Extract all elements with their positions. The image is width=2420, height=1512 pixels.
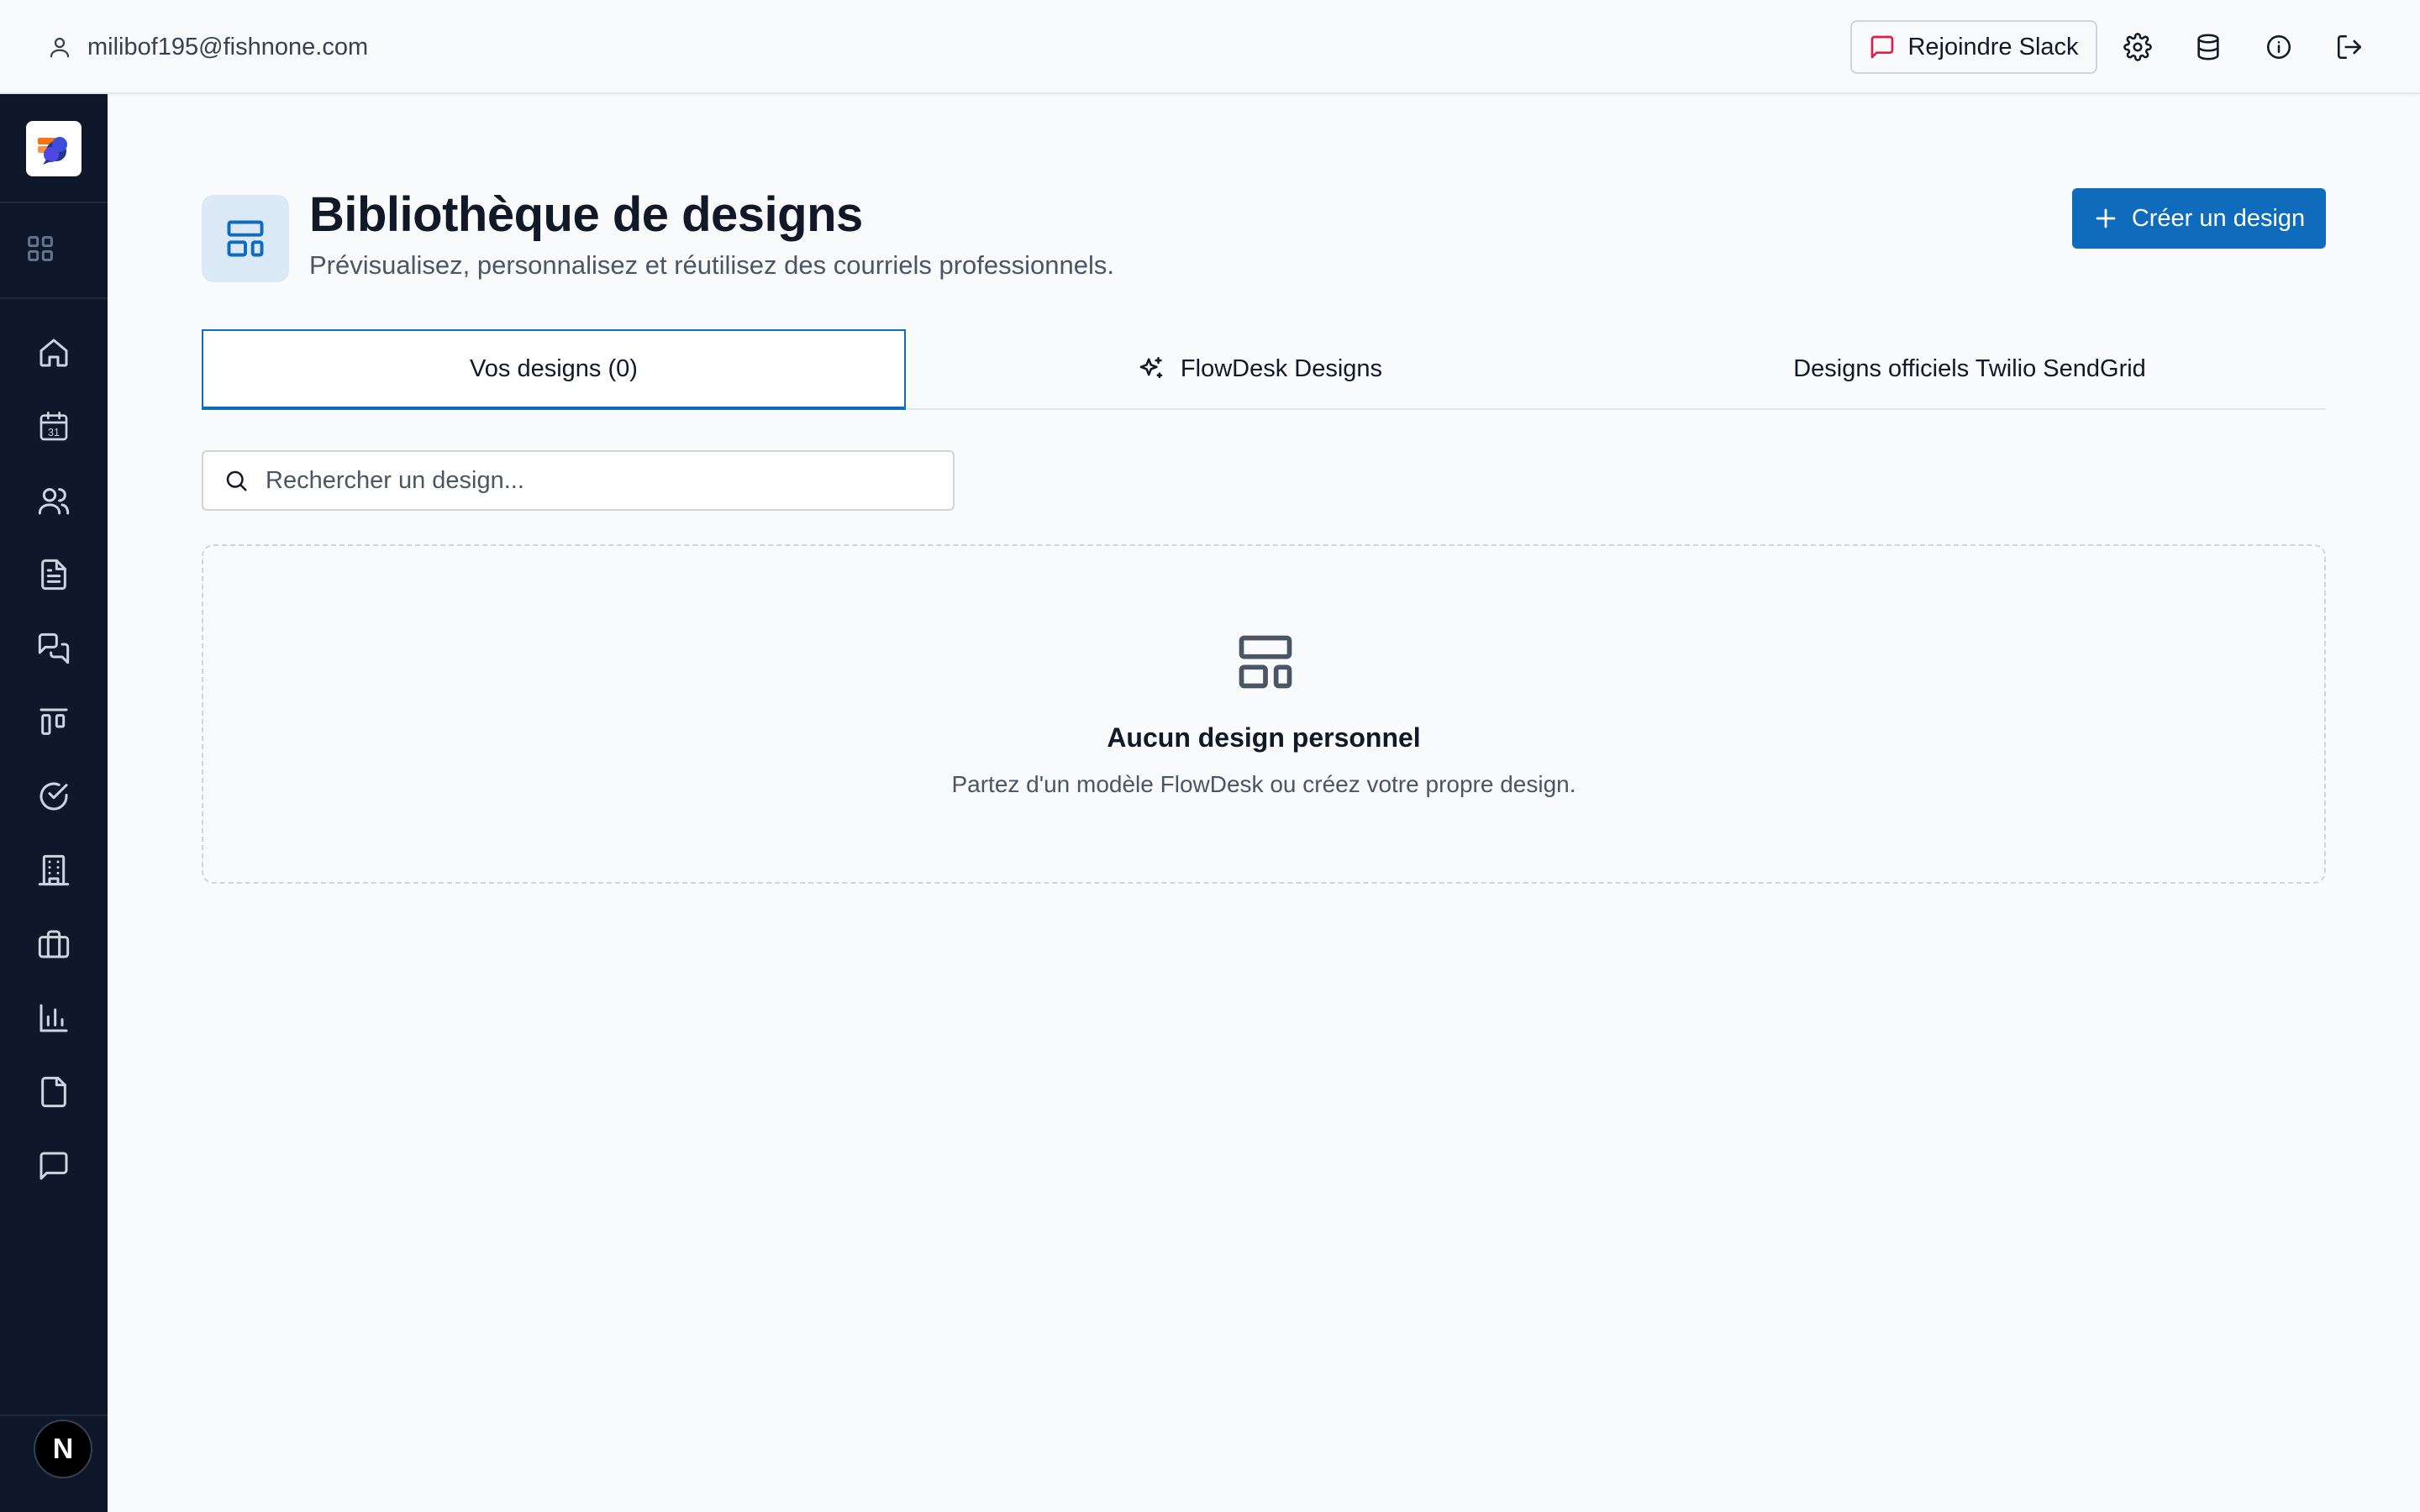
check-circle-icon [39,782,68,811]
info-icon [2266,34,2291,60]
file-icon [41,1076,66,1108]
message-square-icon [1871,35,1894,59]
database-icon [2197,34,2219,60]
sidebar-item-contacts[interactable] [34,480,74,521]
settings-button[interactable] [2121,30,2154,64]
user-email: milibof195@fishnone.com [87,33,369,60]
logout-button[interactable] [2333,30,2366,64]
sidebar-divider [0,297,108,299]
sidebar-item-reports[interactable] [34,998,74,1038]
info-button[interactable] [2262,30,2296,64]
empty-state: Aucun design personnel Partez d'un modèl… [202,544,2326,884]
create-design-label: Créer un design [2131,204,2306,232]
empty-state-text: Partez d'un modèle FlowDesk ou créez vot… [951,771,1576,797]
tab-your-designs[interactable]: Vos designs (0) [202,329,906,410]
sidebar-item-files[interactable] [34,1072,74,1112]
sidebar-toggle[interactable] [24,232,57,265]
layout-template-icon [1239,635,1292,689]
sidebar-item-chat[interactable] [34,1146,74,1186]
search-input[interactable] [266,466,938,495]
avatar[interactable]: N [34,1420,92,1478]
briefcase-icon [38,930,70,958]
grid-icon [28,236,53,261]
calendar-icon: 31 [39,412,68,441]
kanban-icon [39,708,68,735]
logout-icon [2337,34,2362,60]
user-icon [50,37,70,58]
page-icon [202,195,289,282]
plus-icon [2096,208,2116,228]
join-slack-button[interactable]: Rejoindre Slack [1850,20,2097,74]
tabs: Vos designs (0) FlowDesk Designs Designs… [202,329,2326,410]
home-icon [39,339,68,367]
database-button[interactable] [2191,30,2225,64]
sidebar-item-home[interactable] [34,333,74,373]
sidebar-item-companies[interactable] [34,850,74,890]
sidebar-item-calendar[interactable]: 31 [34,407,74,447]
create-design-button[interactable]: Créer un design [2072,188,2326,249]
app-logo-icon [38,137,67,165]
sparkles-icon [1139,356,1163,379]
tab-sendgrid-designs[interactable]: Designs officiels Twilio SendGrid [1613,329,2326,408]
layout-template-icon [227,220,264,257]
building-icon [38,854,70,886]
sidebar-item-documents[interactable] [34,554,74,595]
empty-state-title: Aucun design personnel [1107,722,1421,753]
sidebar-divider [0,202,108,203]
settings-icon [2123,33,2152,61]
tab-flowdesk-designs[interactable]: FlowDesk Designs [906,329,1613,408]
sidebar-item-conversations[interactable] [34,628,74,669]
tab-label: Designs officiels Twilio SendGrid [1793,354,2146,382]
search-box [202,450,955,511]
users-icon [38,488,70,515]
message-icon [39,1152,68,1180]
sidebar: 31 [0,94,108,1512]
app-logo[interactable] [26,121,82,176]
page-title: Bibliothèque de designs [309,187,863,242]
messages-icon [38,633,70,664]
tab-label: FlowDesk Designs [1180,354,1383,382]
search-icon [226,470,247,491]
sidebar-divider [0,1415,108,1416]
page-subtitle: Prévisualisez, personnalisez et réutilis… [309,250,1115,280]
bar-chart-icon [39,1004,68,1032]
join-slack-label: Rejoindre Slack [1907,33,2079,60]
file-text-icon [41,559,66,591]
sidebar-item-tasks[interactable] [34,776,74,816]
tab-label: Vos designs (0) [470,354,638,382]
sidebar-item-pipeline[interactable] [34,702,74,743]
calendar-badge: 31 [48,427,60,438]
top-bar: milibof195@fishnone.com Rejoindre Slack [0,0,2420,94]
sidebar-item-deals[interactable] [34,924,74,964]
user-info: milibof195@fishnone.com [47,30,368,64]
